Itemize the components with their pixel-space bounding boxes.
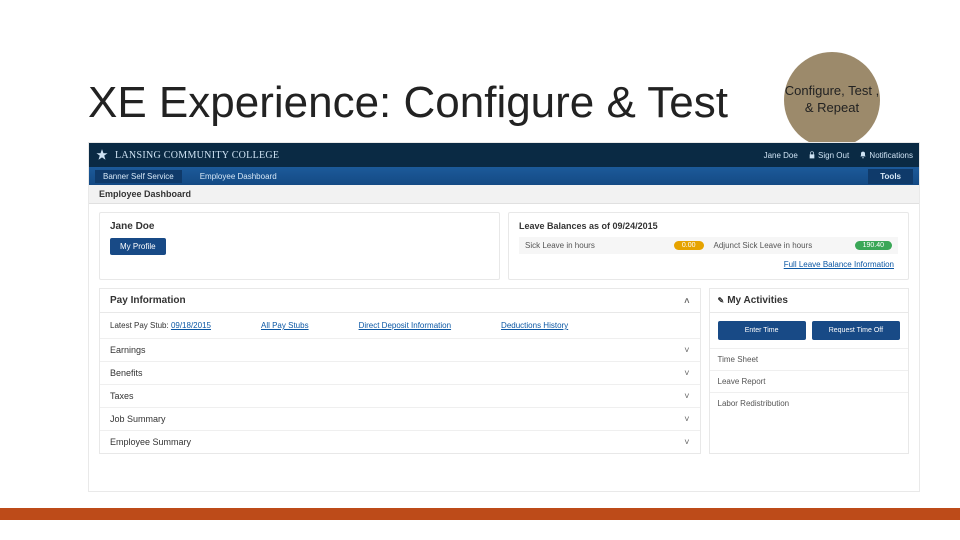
adjunct-sick-leave-value: 190.40 — [855, 241, 892, 250]
my-activities-header: ✎My Activities — [710, 289, 909, 313]
job-summary-label: Job Summary — [110, 414, 166, 424]
employee-dashboard-screenshot: LANSING COMMUNITY COLLEGE Jane Doe Sign … — [88, 142, 920, 492]
sign-out-link[interactable]: Sign Out — [808, 151, 849, 160]
chevron-down-icon: ˅ — [684, 345, 689, 355]
slide-title: XE Experience: Configure & Test — [88, 78, 728, 128]
notifications-link[interactable]: Notifications — [859, 151, 913, 160]
employee-summary-label: Employee Summary — [110, 437, 191, 447]
pay-links-row: Latest Pay Stub: 09/18/2015 All Pay Stub… — [100, 313, 700, 339]
activity-leave-report[interactable]: Leave Report — [710, 370, 909, 392]
deductions-history-link[interactable]: Deductions History — [501, 321, 568, 330]
all-pay-stubs-link[interactable]: All Pay Stubs — [261, 321, 309, 330]
configure-test-repeat-badge: Configure, Test , & Repeat — [784, 52, 880, 148]
earnings-section[interactable]: Earnings ˅ — [100, 339, 700, 362]
latest-pay-stub-link[interactable]: 09/18/2015 — [171, 321, 211, 330]
my-activities-panel: ✎My Activities Enter Time Request Time O… — [709, 288, 910, 454]
taxes-label: Taxes — [110, 391, 134, 401]
earnings-label: Earnings — [110, 345, 146, 355]
header-user-name[interactable]: Jane Doe — [764, 151, 798, 160]
pay-information-title: Pay Information — [110, 295, 186, 306]
bell-icon — [859, 151, 867, 159]
benefits-label: Benefits — [110, 368, 143, 378]
main-nav-bar: Banner Self Service Employee Dashboard T… — [89, 167, 919, 185]
star-icon — [95, 148, 109, 162]
adjunct-sick-leave-label: Adjunct Sick Leave in hours — [714, 241, 813, 250]
chevron-down-icon: ˅ — [684, 437, 689, 447]
profile-panel: Jane Doe My Profile — [99, 212, 500, 280]
activity-labor-redistribution[interactable]: Labor Redistribution — [710, 392, 909, 414]
full-leave-balance-link[interactable]: Full Leave Balance Information — [519, 254, 898, 271]
chevron-down-icon: ˅ — [684, 368, 689, 378]
breadcrumb: Employee Dashboard — [89, 185, 919, 204]
nav-tools[interactable]: Tools — [868, 169, 913, 184]
footer-accent-bar — [0, 508, 960, 520]
job-summary-section[interactable]: Job Summary ˅ — [100, 408, 700, 431]
nav-banner-self-service[interactable]: Banner Self Service — [95, 170, 182, 183]
employee-summary-section[interactable]: Employee Summary ˅ — [100, 431, 700, 453]
pay-information-panel: Pay Information ˄ Latest Pay Stub: 09/18… — [99, 288, 701, 454]
leave-balances-panel: Leave Balances as of 09/24/2015 Sick Lea… — [508, 212, 909, 280]
benefits-section[interactable]: Benefits ˅ — [100, 362, 700, 385]
chevron-down-icon: ˅ — [684, 414, 689, 424]
employee-name: Jane Doe — [110, 221, 489, 232]
leave-balances-title: Leave Balances as of 09/24/2015 — [519, 221, 898, 231]
chevron-up-icon: ˄ — [684, 296, 689, 306]
latest-pay-stub-label: Latest Pay Stub: — [110, 321, 169, 330]
institution-logo-text: LANSING COMMUNITY COLLEGE — [115, 150, 279, 161]
direct-deposit-link[interactable]: Direct Deposit Information — [359, 321, 451, 330]
taxes-section[interactable]: Taxes ˅ — [100, 385, 700, 408]
my-profile-button[interactable]: My Profile — [110, 238, 166, 255]
nav-employee-dashboard[interactable]: Employee Dashboard — [192, 170, 285, 183]
request-time-off-button[interactable]: Request Time Off — [812, 321, 900, 340]
pay-information-header[interactable]: Pay Information ˄ — [100, 289, 700, 313]
chevron-down-icon: ˅ — [684, 391, 689, 401]
sick-leave-value: 0.00 — [674, 241, 704, 250]
lock-icon — [808, 151, 816, 159]
activity-time-sheet[interactable]: Time Sheet — [710, 348, 909, 370]
sick-leave-label: Sick Leave in hours — [525, 241, 595, 250]
app-header: LANSING COMMUNITY COLLEGE Jane Doe Sign … — [89, 143, 919, 167]
enter-time-button[interactable]: Enter Time — [718, 321, 806, 340]
